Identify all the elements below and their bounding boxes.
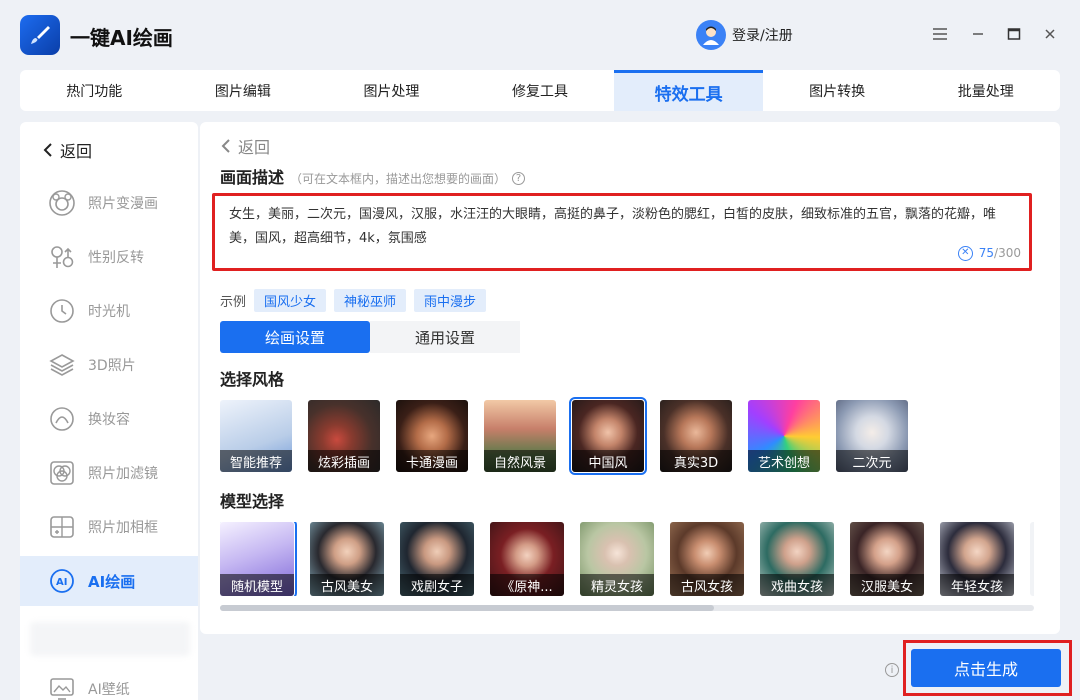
sidebar-item-photo-frame[interactable]: 照片加相框 [20, 502, 198, 552]
style-option-selected[interactable]: 中国风 [569, 397, 647, 475]
menu-icon[interactable] [928, 22, 952, 46]
generate-button[interactable]: 点击生成 [911, 649, 1061, 687]
tab-image-edit[interactable]: 图片编辑 [169, 70, 318, 111]
examples-label: 示例 [220, 295, 247, 310]
description-title: 画面描述 （可在文本框内，描述出您想要的画面）? [220, 164, 526, 188]
frame-icon [48, 513, 76, 541]
char-max: /300 [994, 246, 1021, 260]
model-option[interactable]: 年轻女孩 [940, 522, 1014, 596]
category-tab-bar: 热门功能 图片编辑 图片处理 修复工具 特效工具 图片转换 批量处理 [20, 70, 1060, 111]
wallpaper-icon [48, 675, 76, 700]
ai-paint-icon: AI [48, 567, 76, 595]
examples-row: 示例 国风少女 神秘巫师 雨中漫步 [220, 289, 487, 312]
model-scrollbar[interactable] [220, 605, 1034, 611]
sidebar-item-photo-filter[interactable]: 照片加滤镜 [20, 448, 198, 498]
login-register-label: 登录/注册 [732, 28, 793, 44]
tab-image-process[interactable]: 图片处理 [317, 70, 466, 111]
tab-general-settings[interactable]: 通用设置 [370, 321, 520, 353]
model-option[interactable]: 汉服美女 [850, 522, 924, 596]
settings-segmented-control: 绘画设置 通用设置 [220, 321, 520, 353]
description-text[interactable]: 女生，美丽，二次元，国漫风，汉服，水汪汪的大眼睛，高挺的鼻子，淡粉色的腮红，白皙… [229, 207, 996, 246]
example-chip[interactable]: 雨中漫步 [414, 289, 487, 312]
model-option-selected[interactable]: 随机模型 [220, 522, 297, 596]
tab-hot-features[interactable]: 热门功能 [20, 70, 169, 111]
filter-icon [48, 459, 76, 487]
sidebar-item-makeup[interactable]: 换妆容 [20, 394, 198, 444]
main-back-button[interactable]: 返回 [220, 134, 270, 158]
description-hint: （可在文本框内，描述出您想要的画面） [290, 172, 507, 186]
model-option[interactable]: 戏剧女子 [400, 522, 474, 596]
model-list: 随机模型 古风美女 戏剧女子 《原神... 精灵女孩 古风女孩 戏曲女孩 汉服美… [220, 522, 1034, 596]
sidebar-item-time-machine[interactable]: 时光机 [20, 286, 198, 336]
info-icon[interactable]: i [885, 663, 899, 677]
model-scrollbar-thumb[interactable] [220, 605, 714, 611]
makeup-icon [48, 405, 76, 433]
app-logo-brush-icon [20, 15, 60, 55]
gender-icon [48, 243, 76, 271]
tab-effect-tools[interactable]: 特效工具 [614, 70, 763, 111]
char-count: 75 [978, 246, 995, 260]
sidebar-item-3d-photo[interactable]: 3D照片 [20, 340, 198, 390]
style-option[interactable]: 炫彩插画 [308, 400, 380, 472]
clear-icon[interactable]: ✕ [957, 245, 973, 261]
style-title: 选择风格 [220, 370, 285, 389]
clock-icon [48, 297, 76, 325]
char-counter: ✕ 75/300 [957, 241, 1021, 265]
tab-painting-settings[interactable]: 绘画设置 [220, 321, 370, 353]
style-list: 智能推荐 炫彩插画 卡通漫画 自然风景 中国风 真实3D 艺术创想 二次元 [220, 397, 908, 475]
model-option-partial[interactable] [1030, 522, 1034, 596]
style-option[interactable]: 艺术创想 [748, 400, 820, 472]
sidebar-item-ai-wallpaper[interactable]: AI壁纸 [20, 664, 198, 700]
title-bar: 一键AI绘画 登录/注册 [0, 0, 1080, 70]
model-option[interactable]: 精灵女孩 [580, 522, 654, 596]
chevron-left-icon [43, 143, 52, 157]
style-option[interactable]: 二次元 [836, 400, 908, 472]
cartoon-face-icon [48, 189, 76, 217]
model-option[interactable]: 《原神... [490, 522, 564, 596]
layers-icon [48, 351, 76, 379]
style-option[interactable]: 智能推荐 [220, 400, 292, 472]
close-icon[interactable] [1038, 22, 1062, 46]
tab-repair-tools[interactable]: 修复工具 [466, 70, 615, 111]
sidebar-item-gender-swap[interactable]: 性别反转 [20, 232, 198, 282]
style-option[interactable]: 真实3D [660, 400, 732, 472]
sidebar: 返回 照片变漫画 性别反转 时光机 3D照片 换妆容 照片加滤镜 照片加相框 A… [20, 122, 198, 700]
maximize-icon[interactable] [1002, 22, 1026, 46]
sidebar-blurred-item [30, 622, 190, 656]
sidebar-item-ai-painting[interactable]: AI AI绘画 [20, 556, 198, 606]
help-icon[interactable]: ? [512, 172, 526, 185]
minimize-icon[interactable] [966, 22, 990, 46]
model-option[interactable]: 古风女孩 [670, 522, 744, 596]
login-register-button[interactable]: 登录/注册 [696, 20, 793, 50]
ai-painting-panel: 返回 画面描述 （可在文本框内，描述出您想要的画面）? 女生，美丽，二次元，国漫风… [200, 122, 1060, 634]
model-title: 模型选择 [220, 492, 285, 511]
style-option[interactable]: 自然风景 [484, 400, 556, 472]
svg-text:AI: AI [56, 577, 67, 588]
tab-batch-process[interactable]: 批量处理 [911, 70, 1060, 111]
style-option[interactable]: 卡通漫画 [396, 400, 468, 472]
sidebar-item-photo-to-cartoon[interactable]: 照片变漫画 [20, 178, 198, 228]
description-textarea[interactable]: 女生，美丽，二次元，国漫风，汉服，水汪汪的大眼睛，高挺的鼻子，淡粉色的腮红，白皙… [212, 193, 1032, 271]
app-title: 一键AI绘画 [70, 26, 173, 50]
sidebar-back-button[interactable]: 返回 [42, 138, 92, 162]
tab-image-convert[interactable]: 图片转换 [763, 70, 912, 111]
model-option[interactable]: 古风美女 [310, 522, 384, 596]
example-chip[interactable]: 神秘巫师 [334, 289, 407, 312]
generate-highlight: 点击生成 [903, 640, 1072, 696]
user-avatar-icon [696, 20, 726, 50]
example-chip[interactable]: 国风少女 [254, 289, 327, 312]
model-option[interactable]: 戏曲女孩 [760, 522, 834, 596]
chevron-left-icon [221, 139, 230, 153]
